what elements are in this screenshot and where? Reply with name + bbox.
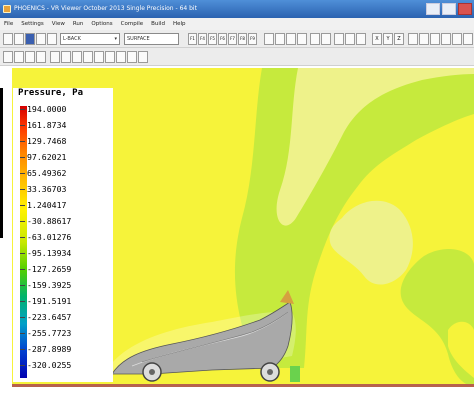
legend-value: 33.36703 (19, 184, 67, 194)
t-button[interactable] (14, 51, 24, 63)
object-icon[interactable] (310, 33, 320, 45)
view-reset-icon[interactable] (127, 51, 137, 63)
contour-icon[interactable] (275, 33, 285, 45)
chevron-down-icon: ▾ (114, 36, 117, 42)
legend-value: 161.8734 (19, 120, 67, 130)
vector-icon[interactable] (264, 33, 274, 45)
pressure-legend: Pressure, Pa 194.0000 161.8734 129.7468 … (13, 88, 113, 382)
f8-button[interactable]: F8 (238, 33, 247, 45)
legend-value: 97.62021 (19, 152, 67, 162)
stream-icon[interactable] (321, 33, 331, 45)
menu-bar: File Settings View Run Options Compile B… (0, 18, 474, 30)
legend-value: -159.3925 (19, 280, 72, 290)
view-iso-icon[interactable] (116, 51, 126, 63)
edge-strip (0, 88, 3, 238)
menu-file[interactable]: File (4, 18, 13, 30)
v-button[interactable] (25, 51, 35, 63)
front-hub (149, 369, 155, 375)
view-neg-icon[interactable] (61, 51, 71, 63)
window-title: PHOENICS - VR Viewer October 2013 Single… (14, 5, 197, 12)
legend-value: -191.5191 (19, 296, 72, 306)
app-icon (3, 5, 11, 13)
minimize-button[interactable] (426, 3, 440, 15)
f6-button[interactable]: F6 (218, 33, 227, 45)
open-file-icon[interactable] (14, 33, 24, 45)
view-down-icon[interactable] (83, 51, 93, 63)
view-right-icon[interactable] (105, 51, 115, 63)
legend-value: -287.8989 (19, 344, 72, 354)
legend-value: -30.88617 (19, 216, 72, 226)
green-patch (290, 366, 300, 382)
view-up-icon[interactable] (72, 51, 82, 63)
menu-settings[interactable]: Settings (21, 18, 44, 30)
pan-icon[interactable] (441, 33, 451, 45)
more-icon[interactable] (463, 33, 473, 45)
p-button[interactable] (3, 51, 13, 63)
title-bar: PHOENICS - VR Viewer October 2013 Single… (0, 0, 474, 18)
legend-value: 65.49362 (19, 168, 67, 178)
app-window: PHOENICS - VR Viewer October 2013 Single… (0, 0, 474, 406)
legend-value: -63.01276 (19, 232, 72, 242)
menu-options[interactable]: Options (91, 18, 112, 30)
legend-value: 129.7468 (19, 136, 67, 146)
legend-value: 1.240417 (19, 200, 67, 210)
isosurface-icon[interactable] (297, 33, 307, 45)
z-axis-button[interactable]: Z (394, 33, 404, 45)
f5-button[interactable]: F5 (208, 33, 217, 45)
run-icon[interactable] (47, 33, 57, 45)
main-toolbar: L-BACK ▾ SURFACE F1 F4 F5 F6 F7 F8 F9 X … (0, 30, 474, 48)
y-axis-button[interactable]: Y (383, 33, 393, 45)
legend-value: -95.13934 (19, 248, 72, 258)
rear-hub (267, 369, 273, 375)
f1-button[interactable]: F1 (188, 33, 197, 45)
bottom-margin (12, 387, 474, 406)
f7-button[interactable]: F7 (228, 33, 237, 45)
surface-select[interactable]: SURFACE (124, 33, 179, 45)
x-axis-button[interactable]: X (372, 33, 382, 45)
color-scale-bar (20, 106, 27, 378)
close-button[interactable] (458, 3, 472, 15)
view-left-icon[interactable] (94, 51, 104, 63)
menu-build[interactable]: Build (151, 18, 165, 30)
arrow-icon[interactable] (419, 33, 429, 45)
menu-view[interactable]: View (52, 18, 65, 30)
probe-icon[interactable] (286, 33, 296, 45)
f9-button[interactable]: F9 (248, 33, 257, 45)
c-button[interactable] (36, 51, 46, 63)
view-pos-icon[interactable] (50, 51, 60, 63)
mesh-icon[interactable] (334, 33, 344, 45)
view-select-value: L-BACK (63, 36, 81, 42)
omega-icon[interactable] (356, 33, 366, 45)
legend-value: -223.6457 (19, 312, 72, 322)
print-icon[interactable] (36, 33, 46, 45)
f4-button[interactable]: F4 (198, 33, 207, 45)
legend-value: -320.0255 (19, 360, 72, 370)
maximize-button[interactable] (442, 3, 456, 15)
save-icon[interactable] (25, 33, 35, 45)
view-menu-icon[interactable] (138, 51, 148, 63)
menu-run[interactable]: Run (73, 18, 84, 30)
color-icon[interactable] (408, 33, 418, 45)
rotate-icon[interactable] (430, 33, 440, 45)
legend-value: 194.0000 (19, 104, 67, 114)
view-select[interactable]: L-BACK ▾ (60, 33, 120, 45)
window-controls (426, 3, 472, 15)
new-file-icon[interactable] (3, 33, 13, 45)
legend-title: Pressure, Pa (18, 88, 84, 98)
grid-icon[interactable] (452, 33, 462, 45)
menu-help[interactable]: Help (173, 18, 186, 30)
legend-value: -127.2659 (19, 264, 72, 274)
zoom-icon[interactable] (345, 33, 355, 45)
secondary-toolbar (0, 48, 474, 66)
legend-value: -255.7723 (19, 328, 72, 338)
menu-compile[interactable]: Compile (121, 18, 144, 30)
surface-select-value: SURFACE (127, 36, 150, 42)
